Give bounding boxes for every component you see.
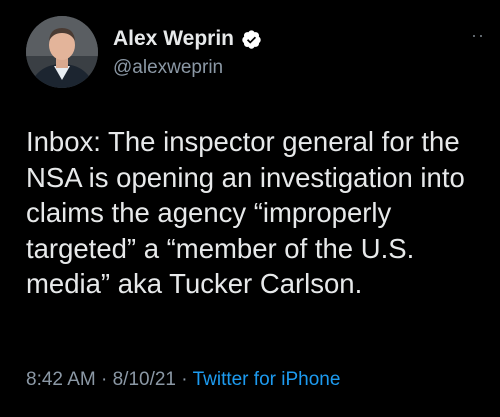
- avatar-image: [26, 16, 98, 88]
- author-name-row[interactable]: Alex Weprin: [113, 26, 262, 52]
- meta-separator: ·: [176, 369, 193, 390]
- verified-badge-icon: [242, 29, 261, 49]
- avatar[interactable]: [26, 16, 98, 88]
- tweet-text: Inbox: The inspector general for the NSA…: [26, 126, 465, 300]
- tweet-card: Alex Weprin @alexweprin ·· Inbox: The in…: [0, 0, 500, 417]
- author-handle[interactable]: @alexweprin: [113, 56, 223, 80]
- display-name[interactable]: Alex Weprin: [113, 26, 234, 52]
- tweet-date[interactable]: 8/10/21: [113, 369, 176, 390]
- tweet-time[interactable]: 8:42 AM: [26, 369, 96, 390]
- tweet-meta: 8:42 AM · 8/10/21 · Twitter for iPhone: [26, 368, 340, 392]
- tweet-source-link[interactable]: Twitter for iPhone: [193, 369, 341, 390]
- more-options-icon[interactable]: ··: [471, 26, 485, 44]
- meta-separator: ·: [95, 369, 113, 390]
